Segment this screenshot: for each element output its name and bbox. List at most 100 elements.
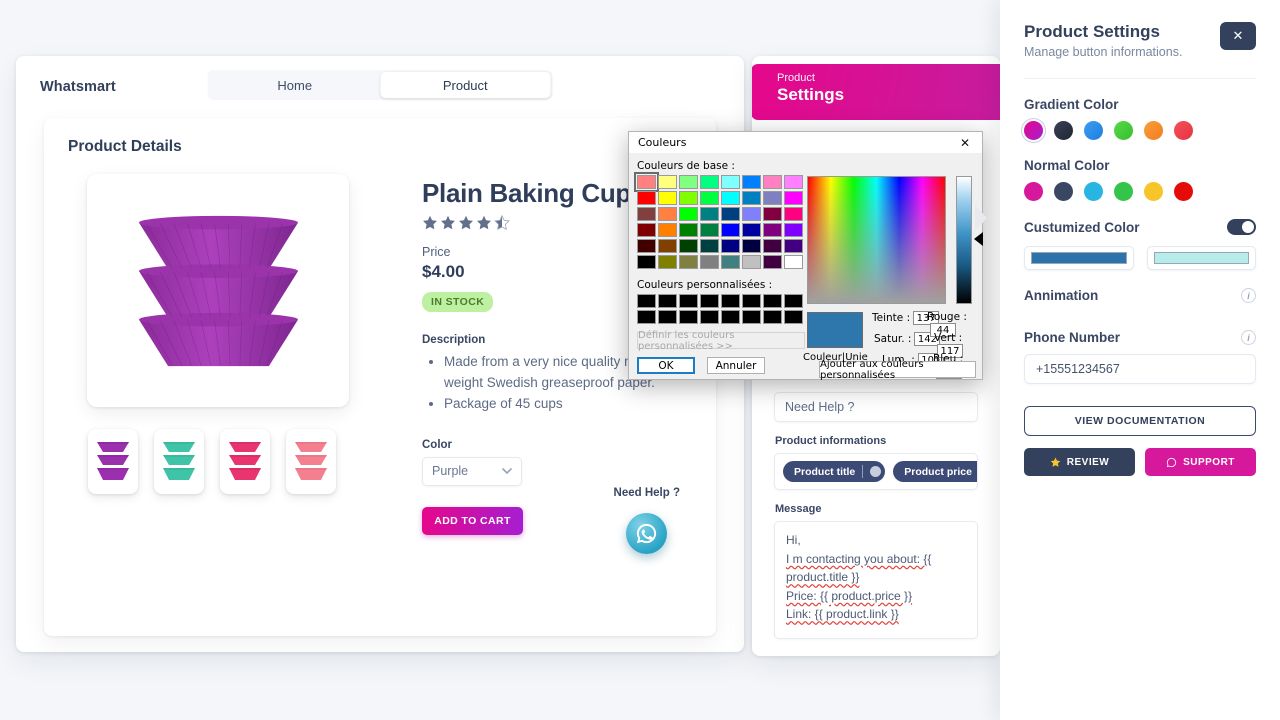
base-color-cell[interactable] [763,207,782,221]
gradient-swatch-dark-navy-gradient[interactable] [1054,121,1073,140]
base-color-cell[interactable] [679,239,698,253]
base-color-cell[interactable] [637,223,656,237]
custom-color-cell[interactable] [658,310,677,324]
base-color-cell[interactable] [637,255,656,269]
customized-color-field-1[interactable] [1024,246,1134,270]
base-color-cell[interactable] [700,191,719,205]
custom-color-cell[interactable] [742,310,761,324]
close-icon[interactable]: ✕ [948,132,982,153]
normal-swatch-navy[interactable] [1054,182,1073,201]
base-color-cell[interactable] [637,239,656,253]
custom-color-cell[interactable] [700,294,719,308]
customized-color-field-2[interactable] [1146,246,1256,270]
normal-swatch-magenta[interactable] [1024,182,1043,201]
custom-color-cell[interactable] [679,310,698,324]
define-custom-colors-button[interactable]: Définir les couleurs personnalisées >> [637,330,805,352]
gradient-swatch-blue-gradient[interactable] [1084,121,1103,140]
base-color-cell[interactable] [721,255,740,269]
custom-color-cell[interactable] [700,310,719,324]
base-color-cell[interactable] [679,207,698,221]
support-button[interactable]: SUPPORT [1145,448,1256,476]
custom-color-cell[interactable] [784,310,803,324]
customized-color-toggle[interactable] [1227,219,1256,235]
base-color-cell[interactable] [763,191,782,205]
base-color-cell[interactable] [784,239,803,253]
base-color-cell[interactable] [784,191,803,205]
base-color-cell[interactable] [721,191,740,205]
add-to-custom-colors-button[interactable]: Ajouter aux couleurs personnalisées [819,359,976,381]
base-color-cell[interactable] [700,207,719,221]
base-color-cell[interactable] [679,223,698,237]
base-color-cell[interactable] [763,239,782,253]
gradient-swatch-red-gradient[interactable] [1174,121,1193,140]
custom-color-cell[interactable] [742,294,761,308]
custom-color-cell[interactable] [763,310,782,324]
base-color-cell[interactable] [784,175,803,189]
base-color-cell[interactable] [679,175,698,189]
base-color-cell[interactable] [721,175,740,189]
chip-product-price[interactable]: Product price [893,461,977,482]
base-color-cell[interactable] [721,239,740,253]
custom-color-cell[interactable] [637,294,656,308]
gradient-swatch-magenta-purple-gradient[interactable] [1024,121,1043,140]
thumbnail-crimson[interactable] [220,429,270,494]
base-color-cell[interactable] [742,207,761,221]
base-color-cell[interactable] [763,175,782,189]
thumbnail-pink[interactable] [286,429,336,494]
custom-color-cell[interactable] [763,294,782,308]
message-textarea[interactable]: Hi, I m contacting you about: {{ product… [774,521,978,639]
base-color-cell[interactable] [634,172,659,192]
review-button[interactable]: REVIEW [1024,448,1135,476]
panel-expand-chevron-icon[interactable] [975,205,987,231]
color-select[interactable]: Purple [422,456,522,486]
chip-remove-icon[interactable] [870,466,882,477]
base-color-cell[interactable] [658,255,677,269]
phone-number-input[interactable] [1024,354,1256,384]
add-to-cart-button[interactable]: ADD TO CART [422,506,523,535]
tab-home[interactable]: Home [210,72,381,98]
custom-color-cell[interactable] [784,294,803,308]
base-color-cell[interactable] [784,207,803,221]
close-button[interactable]: ✕ [1220,22,1256,50]
view-documentation-button[interactable]: VIEW DOCUMENTATION [1024,406,1256,436]
base-color-cell[interactable] [763,223,782,237]
custom-color-cell[interactable] [721,294,740,308]
gradient-swatch-orange-gradient[interactable] [1144,121,1163,140]
gradient-swatch-green-gradient[interactable] [1114,121,1133,140]
custom-color-cell[interactable] [658,294,677,308]
custom-color-cell[interactable] [721,310,740,324]
base-color-cell[interactable] [742,255,761,269]
normal-swatch-yellow[interactable] [1144,182,1163,201]
chip-product-title[interactable]: Product title [783,461,886,482]
normal-swatch-green[interactable] [1114,182,1133,201]
cancel-button[interactable]: Annuler [707,357,765,374]
base-color-cell[interactable] [742,239,761,253]
normal-swatch-cyan[interactable] [1084,182,1103,201]
base-color-cell[interactable] [784,255,803,269]
base-color-cell[interactable] [658,175,677,189]
base-color-cell[interactable] [679,255,698,269]
tab-product[interactable]: Product [380,72,551,98]
base-color-cell[interactable] [763,255,782,269]
info-icon[interactable]: i [1241,288,1256,303]
base-color-cell[interactable] [658,191,677,205]
base-color-cell[interactable] [721,207,740,221]
base-color-cell[interactable] [637,207,656,221]
info-icon[interactable]: i [1241,330,1256,345]
normal-swatch-red[interactable] [1174,182,1193,201]
base-color-cell[interactable] [742,191,761,205]
thumbnail-teal[interactable] [154,429,204,494]
base-color-cell[interactable] [742,223,761,237]
base-color-cell[interactable] [700,223,719,237]
luminance-slider-arrow-icon[interactable] [974,232,983,246]
base-color-cell[interactable] [637,191,656,205]
base-color-cell[interactable] [658,207,677,221]
base-color-cell[interactable] [679,191,698,205]
need-help-text-input[interactable]: Need Help ? [774,392,978,422]
base-color-cell[interactable] [721,223,740,237]
thumbnail-purple[interactable] [88,429,138,494]
base-color-cell[interactable] [700,255,719,269]
base-color-cell[interactable] [658,223,677,237]
ok-button[interactable]: OK [637,357,695,374]
base-color-cell[interactable] [742,175,761,189]
